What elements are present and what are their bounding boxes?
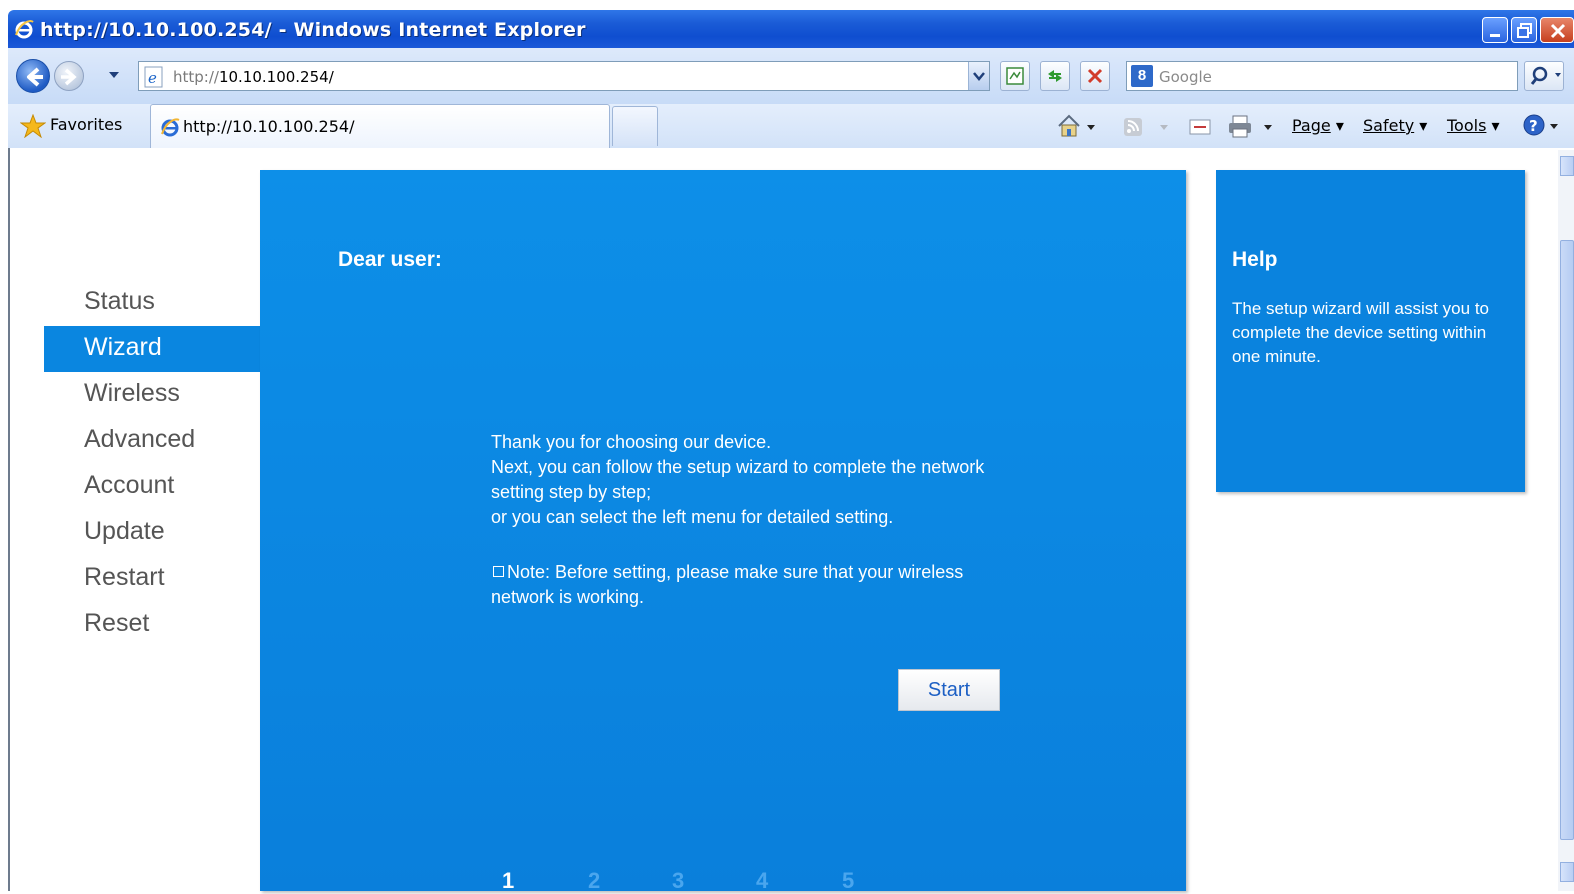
address-url[interactable]: http://10.10.100.254/ (173, 68, 334, 86)
intro-line: or you can select the left menu for deta… (491, 507, 894, 527)
stop-button[interactable] (1080, 61, 1110, 91)
scroll-down-button[interactable] (1560, 862, 1574, 882)
search-engine-icon: 8 (1131, 65, 1153, 87)
step-indicator-1: 1 (502, 868, 515, 893)
search-field[interactable]: 8 Google (1126, 61, 1518, 91)
sidebar-item-status[interactable]: Status (44, 280, 260, 326)
back-button[interactable] (16, 59, 50, 93)
minimize-icon (1490, 34, 1500, 37)
tools-menu[interactable]: Tools ▾ (1447, 116, 1500, 135)
search-placeholder: Google (1159, 68, 1212, 86)
step-indicator-5: 5 (842, 868, 855, 893)
close-button[interactable] (1540, 17, 1574, 43)
help-icon[interactable]: ? (1522, 112, 1562, 140)
chevron-down-icon (973, 72, 985, 81)
refresh-icon (1048, 70, 1062, 82)
sidebar-item-advanced[interactable]: Advanced (44, 418, 260, 464)
forward-button[interactable] (54, 61, 84, 91)
step-indicator-2: 2 (588, 868, 601, 893)
feeds-icon[interactable] (1122, 112, 1170, 140)
sidebar-item-reset[interactable]: Reset (44, 602, 260, 648)
page-menu[interactable]: Page ▾ (1292, 116, 1344, 135)
home-icon[interactable] (1056, 112, 1098, 140)
favorites-button[interactable]: Favorites (50, 115, 122, 134)
forward-arrow-icon (61, 68, 77, 86)
ie-logo-icon (15, 20, 34, 39)
help-title: Help (1232, 248, 1278, 271)
step-indicator-3: 3 (672, 868, 685, 893)
restore-icon (1517, 23, 1532, 38)
svg-text:?: ? (1529, 117, 1538, 135)
intro-line: Next, you can follow the setup wizard to… (491, 457, 985, 502)
favorites-bar: Favorites http://10.10.100.254/ Page ▾ S… (8, 104, 1574, 149)
tab-title: http://10.10.100.254/ (183, 117, 355, 136)
window-titlebar: http://10.10.100.254/ - Windows Internet… (8, 10, 1574, 48)
svg-text:e: e (148, 69, 157, 87)
restore-button[interactable] (1511, 17, 1537, 43)
intro-line: Thank you for choosing our device. (491, 432, 772, 452)
help-text: The setup wizard will assist you to comp… (1232, 299, 1489, 366)
navigation-bar: e http://10.10.100.254/ 8 Google (8, 48, 1574, 104)
sidebar-item-account[interactable]: Account (44, 464, 260, 510)
window-title: http://10.10.100.254/ - Windows Internet… (40, 19, 586, 41)
back-arrow-icon (27, 67, 43, 87)
scrollbar-thumb[interactable] (1560, 240, 1574, 840)
print-icon[interactable] (1226, 112, 1274, 140)
tab-current[interactable]: http://10.10.100.254/ (150, 104, 610, 148)
intro-text: Thank you for choosing our device. Next,… (491, 430, 1011, 530)
note-text: Note: Before setting, please make sure t… (491, 560, 1011, 610)
start-button[interactable]: Start (898, 669, 1000, 711)
sidebar-item-update[interactable]: Update (44, 510, 260, 556)
ie-tab-icon (161, 118, 180, 137)
compatibility-icon (1006, 67, 1024, 85)
search-button[interactable] (1524, 61, 1564, 91)
note-message: Note: Before setting, please make sure t… (491, 562, 964, 607)
address-dropdown-button[interactable] (968, 62, 989, 90)
vertical-scrollbar[interactable] (1558, 150, 1574, 891)
note-box-icon (493, 566, 504, 577)
read-mail-icon[interactable] (1186, 112, 1216, 140)
compatibility-view-button[interactable] (1000, 61, 1030, 91)
wizard-panel: Dear user: Thank you for choosing our de… (260, 170, 1186, 893)
sidebar-item-restart[interactable]: Restart (44, 556, 260, 602)
page-icon: e (144, 66, 163, 88)
history-dropdown-icon[interactable] (108, 70, 120, 80)
sidebar-menu: Status Wizard Wireless Advanced Account … (44, 280, 260, 648)
sidebar-item-wizard[interactable]: Wizard (44, 326, 260, 372)
address-bar[interactable]: e http://10.10.100.254/ (138, 61, 990, 91)
new-tab-button[interactable] (612, 106, 658, 146)
minimize-button[interactable] (1482, 17, 1508, 43)
greeting-heading: Dear user: (338, 248, 442, 271)
safety-menu[interactable]: Safety ▾ (1363, 116, 1427, 135)
help-panel: Help The setup wizard will assist you to… (1216, 170, 1525, 492)
step-indicator-4: 4 (756, 868, 769, 893)
stop-icon (1087, 68, 1103, 84)
refresh-button[interactable] (1040, 61, 1070, 91)
close-icon (1550, 23, 1566, 39)
search-icon (1530, 66, 1561, 85)
favorites-star-icon[interactable] (20, 114, 46, 138)
sidebar-item-wireless[interactable]: Wireless (44, 372, 260, 418)
scroll-up-button[interactable] (1560, 156, 1574, 176)
